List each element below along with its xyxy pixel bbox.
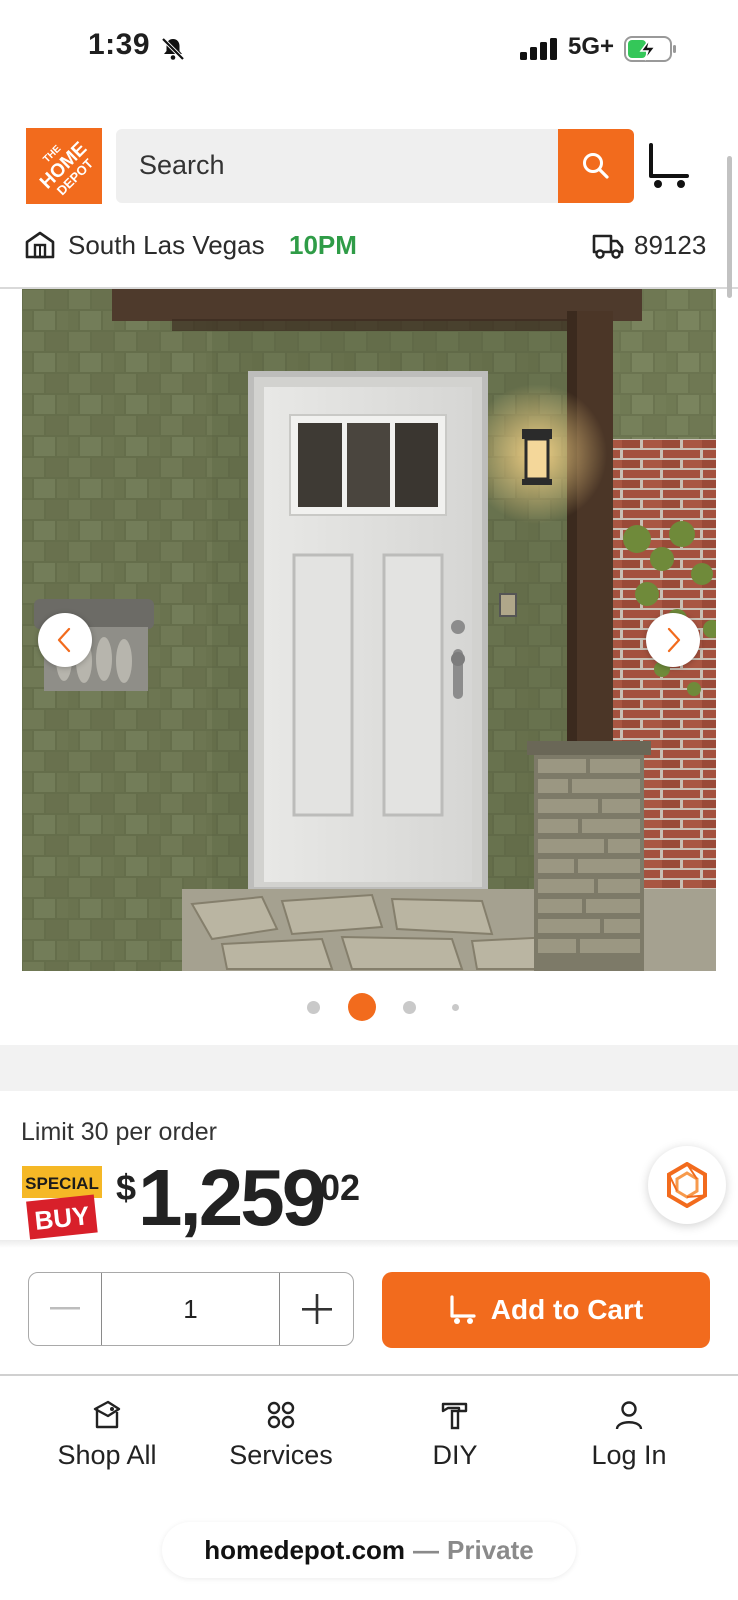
search-icon [583,153,609,179]
browser-address-bar[interactable]: homedepot.com — Private [162,1522,576,1578]
nav-label: Shop All [57,1440,157,1470]
price-whole: 1,259 [138,1153,326,1242]
carousel-dot-2-active[interactable] [348,993,376,1021]
assistant-button[interactable] [648,1146,726,1224]
nav-label: Services [229,1440,333,1470]
scrollbar[interactable] [727,156,732,298]
tag-icon [93,1400,121,1429]
next-image-button[interactable] [646,613,700,667]
minus-icon [50,1307,80,1310]
status-time: 1:39 [88,28,151,61]
special-buy-badge: SPECIAL BUY [22,1166,102,1240]
bell-muted-icon [160,36,186,67]
quantity-input[interactable]: 1 [102,1273,280,1345]
nav-diy[interactable]: DIY [363,1400,547,1471]
delivery-truck-icon[interactable] [592,232,624,265]
store-name[interactable]: South Las Vegas [68,230,265,261]
cart-icon[interactable] [647,142,691,195]
plus-icon [301,1294,332,1324]
search-button[interactable] [558,129,634,203]
grid-icon [267,1401,295,1429]
decrease-quantity-button[interactable] [29,1273,102,1345]
bar-divider [0,1374,738,1376]
add-to-cart-button[interactable]: Add to Cart [382,1272,710,1348]
add-to-cart-label: Add to Cart [490,1294,644,1325]
purchase-limit: Limit 30 per order [21,1118,217,1146]
cart-bar-shadow [0,1240,738,1248]
cart-icon [450,1295,476,1324]
chevron-left-icon [57,627,71,653]
nav-label: DIY [432,1440,478,1470]
badge-line-1: SPECIAL [25,1174,99,1193]
product-image[interactable] [22,289,721,971]
badge-line-2: BUY [33,1200,91,1236]
url-domain: homedepot.com [204,1534,406,1565]
carousel-dot-1[interactable] [307,1001,320,1014]
increase-quantity-button[interactable] [280,1273,353,1345]
hexagon-logo-icon [667,1162,707,1208]
store-icon[interactable] [25,231,55,264]
url-separator: — [413,1534,440,1565]
signal-icon [520,38,560,65]
battery-charging-icon [624,36,678,67]
network-type: 5G+ [568,33,615,60]
price-cents: 02 [320,1167,361,1208]
nav-shop-all[interactable]: Shop All [15,1400,199,1471]
price-currency: $ [116,1167,137,1208]
nav-label: Log In [591,1440,667,1470]
nav-log-in[interactable]: Log In [537,1400,721,1471]
hammer-icon [441,1402,468,1430]
store-hours[interactable]: 10PM [289,230,357,261]
chevron-right-icon [667,627,681,653]
person-icon [615,1401,643,1430]
carousel-dot-3[interactable] [403,1001,416,1014]
previous-image-button[interactable] [38,613,92,667]
url-private-mode: Private [447,1534,534,1565]
home-depot-logo[interactable]: THE HOME DEPOT [26,128,102,204]
zip-code[interactable]: 89123 [634,230,706,261]
nav-services[interactable]: Services [189,1400,373,1471]
quantity-stepper: 1 [28,1272,354,1346]
carousel-dot-4[interactable] [452,1004,459,1011]
section-divider [0,1045,738,1091]
search-placeholder: Search [139,150,225,180]
